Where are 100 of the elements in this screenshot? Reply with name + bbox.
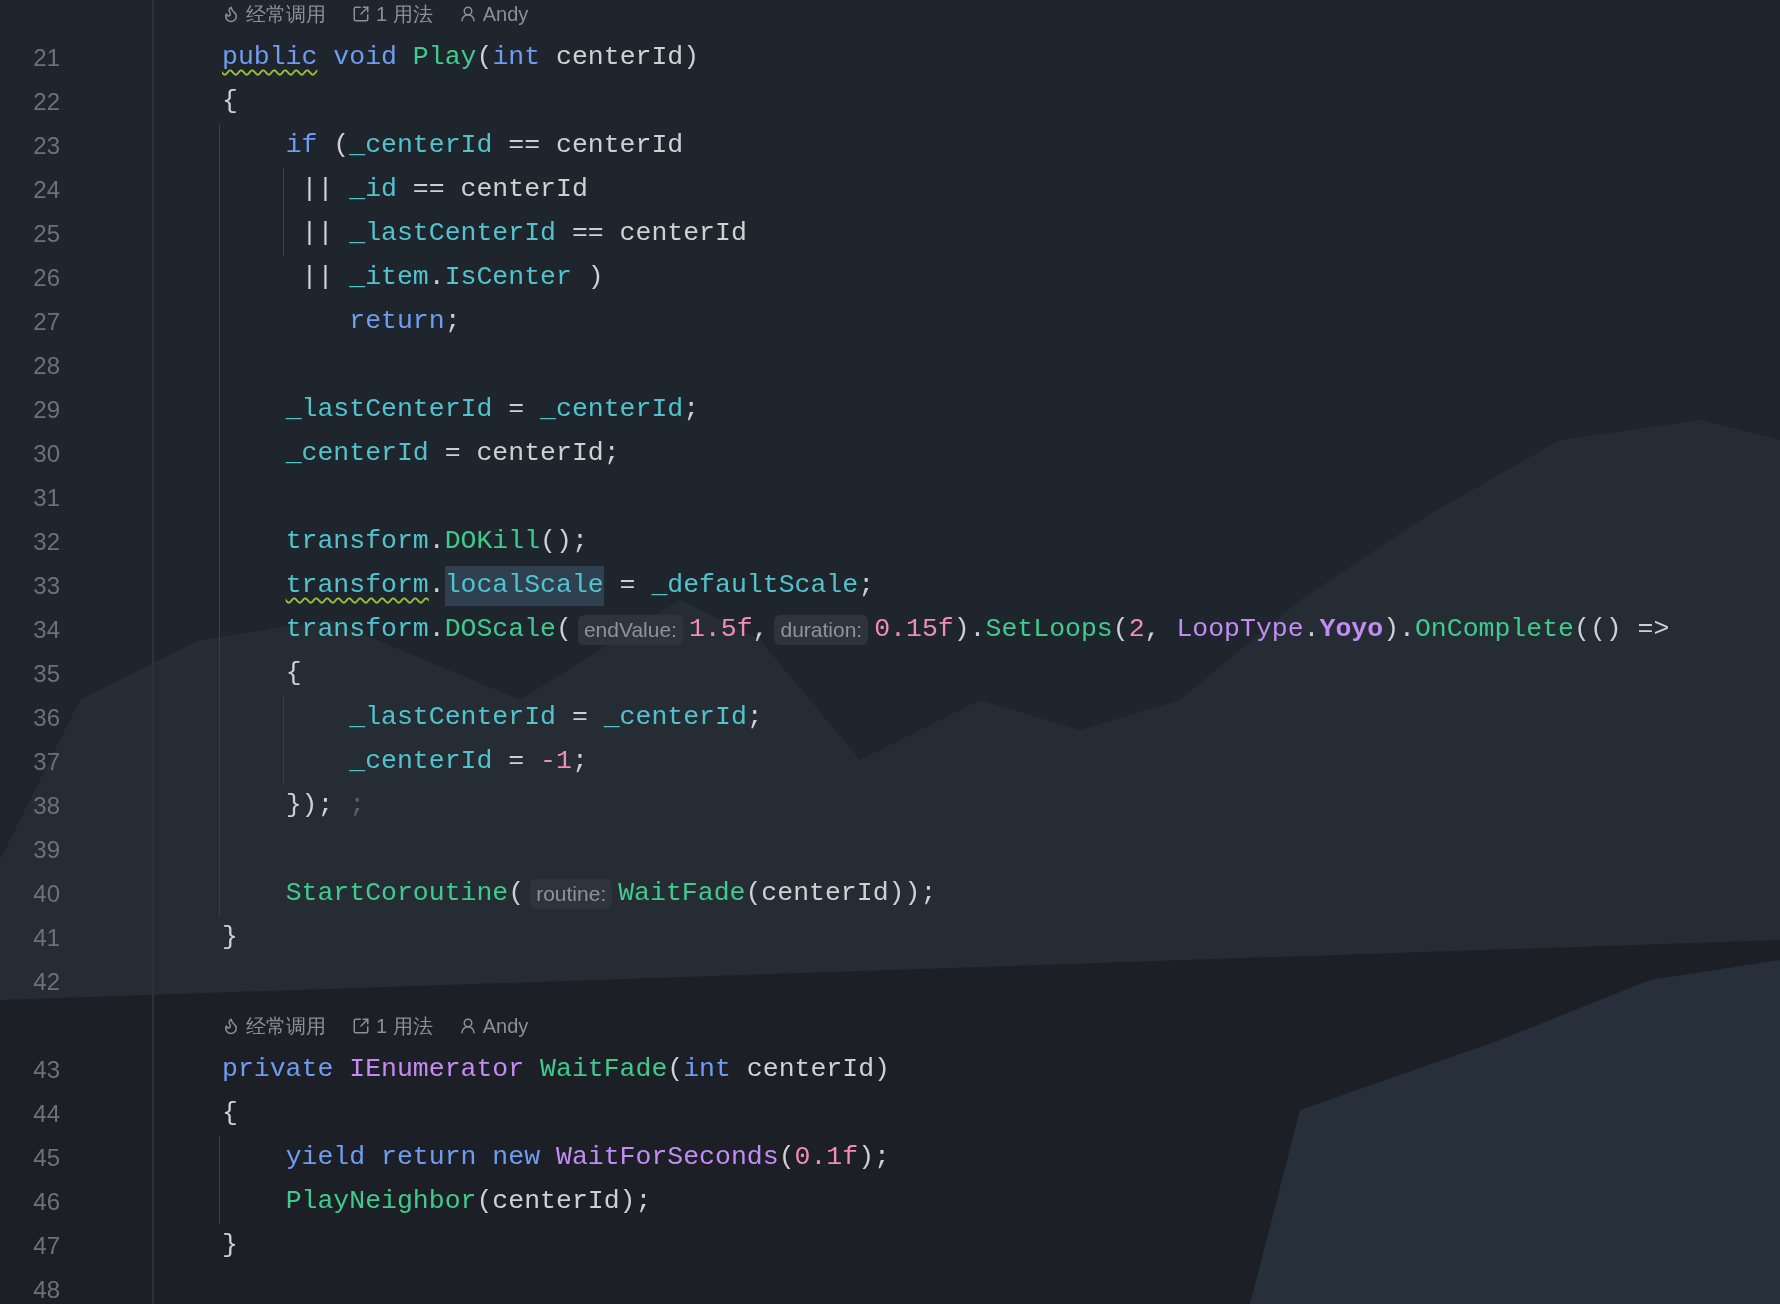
line-number: 32 (33, 528, 60, 555)
parameter-hint: endValue: (577, 615, 683, 645)
line-number: 35 (33, 660, 60, 687)
code-text: , (1144, 613, 1161, 647)
code-text: ( (778, 1141, 795, 1175)
line-number: 22 (33, 88, 60, 115)
code-function: StartCoroutine (285, 877, 509, 911)
code-function: DOKill (444, 525, 541, 559)
code-text: || (301, 217, 334, 251)
line-number: 42 (33, 968, 60, 995)
code-text: ). (953, 613, 986, 647)
code-lens-link[interactable]: 经常调用 (246, 0, 326, 29)
code-identifier: _lastCenterId (285, 393, 493, 427)
line-number: 47 (33, 1232, 60, 1259)
code-type: LoopType (1176, 613, 1304, 647)
code-text: , (752, 613, 769, 647)
code-keyword: public (222, 41, 318, 75)
code-type: Yoyo (1319, 613, 1384, 647)
code-text: ; (349, 789, 366, 823)
code-identifier: _item (349, 261, 429, 295)
code-identifier: _centerId (349, 129, 493, 163)
line-number: 48 (33, 1276, 60, 1303)
code-type: WaitForSeconds (556, 1141, 779, 1175)
code-text: ( (333, 129, 350, 163)
code-text: ); (858, 1141, 890, 1175)
code-text: = (571, 701, 588, 735)
parameter-hint: routine: (530, 879, 613, 909)
code-text: == centerId (508, 129, 684, 163)
code-text: centerId) (746, 1053, 890, 1087)
code-function: OnComplete (1414, 613, 1574, 647)
code-function: DOScale (444, 613, 556, 647)
line-number: 30 (33, 440, 60, 467)
code-text: (centerId); (476, 1185, 652, 1219)
code-number: 0.15f (874, 613, 954, 647)
code-identifier: _lastCenterId (349, 701, 556, 735)
code-identifier: _centerId (349, 745, 493, 779)
code-text: = (508, 393, 525, 427)
code-identifier: transform (285, 613, 429, 647)
code-text: . (428, 525, 445, 559)
code-text: = (619, 569, 636, 603)
code-keyword: private (222, 1053, 334, 1087)
code-text: (); (540, 525, 588, 559)
code-text: centerId) (556, 41, 700, 75)
code-text: || (301, 261, 334, 295)
code-text: { (222, 85, 238, 119)
code-text: == centerId (571, 217, 747, 251)
code-text: = (508, 745, 525, 779)
code-text: ). (1383, 613, 1415, 647)
code-type: IEnumerator (349, 1053, 525, 1087)
code-text: { (285, 657, 302, 691)
code-identifier: localScale (444, 566, 604, 606)
line-number: 38 (33, 792, 60, 819)
user-icon (458, 1017, 477, 1035)
code-text: } (222, 921, 238, 955)
code-lens-link[interactable]: Andy (482, 0, 529, 29)
line-number: 36 (33, 704, 60, 731)
code-identifier: _defaultScale (651, 569, 859, 603)
code-text: ; (683, 393, 700, 427)
code-text: ; (746, 701, 763, 735)
code-lens-link[interactable]: 经常调用 (246, 1011, 326, 1041)
code-identifier: IsCenter (444, 261, 572, 295)
line-number: 26 (33, 264, 60, 291)
line-number: 29 (33, 396, 60, 423)
code-function: WaitFade (618, 877, 746, 911)
code-number: 2 (1128, 613, 1145, 647)
code-keyword: int (492, 41, 541, 75)
code-text: . (1303, 613, 1320, 647)
code-text: . (428, 569, 445, 603)
code-text: == centerId (412, 173, 588, 207)
code-text: } (222, 1229, 238, 1263)
parameter-hint: duration: (774, 615, 869, 645)
line-number: 27 (33, 308, 60, 335)
code-function: SetLoops (985, 613, 1113, 647)
code-function: PlayNeighbor (285, 1185, 477, 1219)
code-lens-link[interactable]: 1 用法 (376, 0, 433, 29)
line-number: 45 (33, 1144, 60, 1171)
line-number: 46 (33, 1188, 60, 1215)
code-lens-link[interactable]: Andy (482, 1011, 529, 1041)
line-number: 24 (33, 176, 60, 203)
code-keyword: if (285, 129, 318, 163)
code-number: 0.1f (794, 1141, 859, 1175)
code-text: ( (1112, 613, 1129, 647)
code-text: . (428, 613, 445, 647)
line-number: 40 (33, 880, 60, 907)
code-text: ) (587, 261, 604, 295)
code-identifier: transform (285, 525, 429, 559)
code-number: -1 (540, 745, 572, 779)
user-icon (458, 5, 477, 23)
code-function: Play (412, 41, 477, 75)
code-identifier: _centerId (285, 437, 429, 471)
line-number: 41 (33, 924, 60, 951)
external-link-icon (352, 5, 370, 23)
code-keyword: return (349, 305, 445, 339)
line-number: 33 (33, 572, 60, 599)
code-number: 1.5f (688, 613, 753, 647)
code-keyword: int (683, 1053, 731, 1087)
line-number: 34 (33, 616, 60, 643)
code-lens-link[interactable]: 1 用法 (376, 1011, 433, 1041)
line-number: 37 (33, 748, 60, 775)
code-identifier: _centerId (540, 393, 684, 427)
